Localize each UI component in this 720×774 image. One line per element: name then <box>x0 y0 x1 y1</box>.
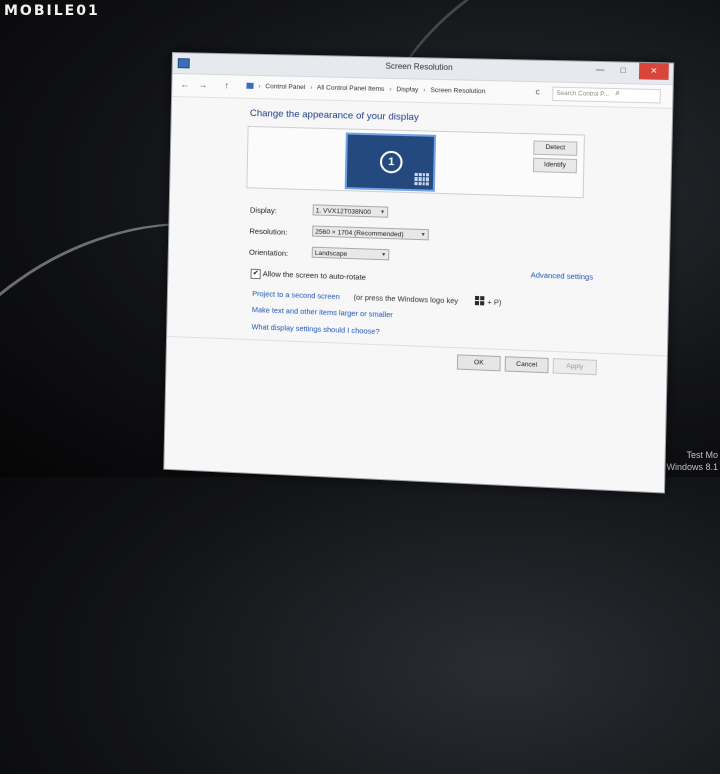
cancel-button[interactable]: Cancel <box>505 356 549 373</box>
minimize-button[interactable]: — <box>588 62 612 79</box>
refresh-icon[interactable]: c <box>536 87 540 96</box>
back-arrow-icon[interactable]: ← <box>180 79 189 89</box>
identify-button[interactable]: Identify <box>533 158 577 174</box>
windows-version-text: Windows 8.1 <box>666 462 718 473</box>
display-help-link[interactable]: What display settings should I choose? <box>251 322 379 336</box>
resolution-select[interactable]: 2560 × 1704 (Recommended) ▾ <box>312 225 429 240</box>
chevron-down-icon: ▾ <box>382 250 385 261</box>
resolution-select-value: 2560 × 1704 (Recommended) <box>315 229 404 239</box>
test-mode-text: Test Mo <box>686 450 718 461</box>
text-size-link[interactable]: Make text and other items larger or smal… <box>252 305 393 319</box>
breadcrumb-separator-icon: › <box>310 84 312 91</box>
project-second-screen-link[interactable]: Project to a second screen <box>252 289 340 301</box>
project-hint-text: (or press the Windows logo key <box>354 293 459 306</box>
breadcrumb[interactable]: › Control Panel › All Control Panel Item… <box>246 81 533 100</box>
breadcrumb-screen-resolution[interactable]: Screen Resolution <box>430 87 485 95</box>
windows-logo-icon <box>475 296 485 306</box>
start-tiles-icon <box>414 173 429 186</box>
project-hint-suffix: + P) <box>487 297 501 307</box>
forward-arrow-icon[interactable]: → <box>198 80 207 90</box>
resolution-label: Resolution: <box>249 227 287 237</box>
orientation-select[interactable]: Landscape ▾ <box>312 247 390 261</box>
monitor-number: 1 <box>380 151 403 174</box>
breadcrumb-control-panel[interactable]: Control Panel <box>265 83 305 91</box>
maximize-button[interactable]: □ <box>611 62 635 79</box>
breadcrumb-separator-icon: › <box>423 87 425 94</box>
apply-button[interactable]: Apply <box>553 358 597 375</box>
breadcrumb-all-items[interactable]: All Control Panel Items <box>317 84 385 93</box>
advanced-settings-link[interactable]: Advanced settings <box>531 270 594 281</box>
chevron-down-icon: ▾ <box>421 230 424 241</box>
display-preview: 1 Detect Identify <box>246 126 585 198</box>
control-panel-icon <box>246 83 253 89</box>
autorotate-checkbox[interactable]: ✔ <box>250 269 260 279</box>
breadcrumb-display[interactable]: Display <box>396 86 418 94</box>
ok-button[interactable]: OK <box>457 354 501 371</box>
chevron-down-icon: ▾ <box>381 207 384 218</box>
footer-divider <box>167 336 667 357</box>
screen-resolution-window: Screen Resolution — □ ✕ ← → ↑ › Control … <box>163 52 674 494</box>
monitor-1[interactable]: 1 <box>345 133 436 192</box>
detect-button[interactable]: Detect <box>533 140 577 155</box>
breadcrumb-separator-icon: › <box>389 86 391 93</box>
page-title: Change the appearance of your display <box>250 108 419 123</box>
search-icon[interactable]: ⌕ <box>615 88 620 98</box>
close-button[interactable]: ✕ <box>639 63 669 80</box>
display-select-value: 1. VVX12T038N00 <box>316 207 371 216</box>
search-input[interactable]: Search Control P... <box>552 87 661 104</box>
breadcrumb-separator-icon: › <box>258 83 260 90</box>
display-label: Display: <box>250 205 277 215</box>
watermark-logo: MOBILE01 <box>4 3 100 19</box>
display-select[interactable]: 1. VVX12T038N00 ▾ <box>313 204 389 217</box>
orientation-label: Orientation: <box>249 248 288 258</box>
up-arrow-icon[interactable]: ↑ <box>224 80 229 90</box>
orientation-select-value: Landscape <box>315 250 348 258</box>
autorotate-label[interactable]: Allow the screen to auto-rotate <box>263 269 366 282</box>
